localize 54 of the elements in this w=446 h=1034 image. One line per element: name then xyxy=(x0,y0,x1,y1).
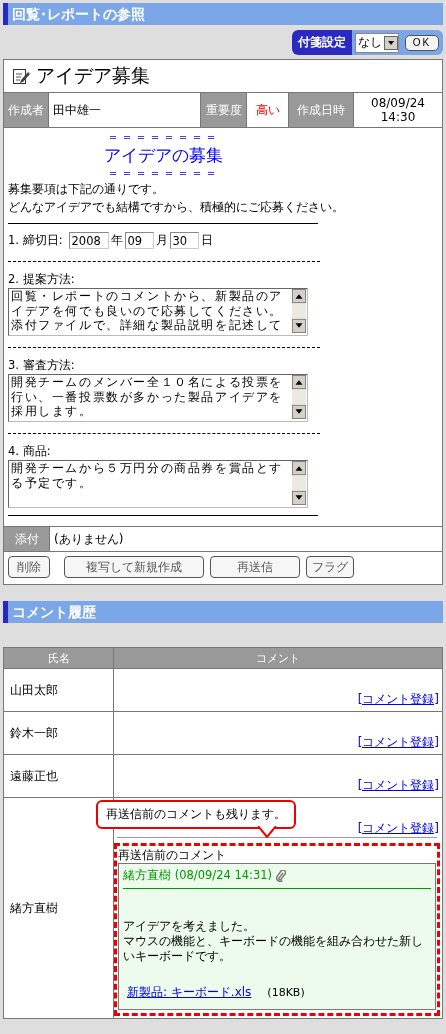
heading-rule: ＝＝＝＝＝＝＝＝ xyxy=(107,166,219,180)
section-label: 4. 商品: xyxy=(8,443,52,460)
year-field[interactable]: 2008 xyxy=(68,231,109,249)
month-field[interactable]: 09 xyxy=(124,231,154,249)
previous-comment-caption: 再送信前のコメント xyxy=(118,847,227,863)
action-button[interactable]: 複写して新規作成 xyxy=(64,556,204,578)
attachment-value: (ありません) xyxy=(53,530,124,548)
column-header: 氏名 xyxy=(4,648,114,668)
file-size: (18KB) xyxy=(267,986,305,999)
field-label: 作成者 xyxy=(4,93,49,127)
add-comment-link[interactable]: [コメント登録] xyxy=(357,777,439,796)
deadline-label: 1. 締切日: xyxy=(8,232,63,248)
column-header: コメント xyxy=(114,648,442,668)
day-field[interactable]: 30 xyxy=(169,231,199,249)
name-cell: 山田太郎 xyxy=(4,668,114,711)
sticky-label: 付箋設定 xyxy=(292,30,352,55)
scrollbar-drawing[interactable] xyxy=(291,375,307,419)
section-label: 2. 提案方法: xyxy=(8,271,76,288)
unit-label: 月 xyxy=(155,232,168,248)
comment-text: アイデアを考えました。 xyxy=(123,919,256,934)
unit-label: 年 xyxy=(110,232,123,248)
body-text: 募集要項は下記の通りです。 xyxy=(8,181,165,198)
ok-button[interactable]: OK xyxy=(405,34,439,51)
text-area[interactable]: 開発チームのメンバー全１０名による投票を 行い、一番投票数が多かった製品アイデアを 採用します。 xyxy=(8,374,308,422)
add-comment-link[interactable]: [コメント登録] xyxy=(357,691,439,710)
comment-author: 緒方直樹 (08/09/24 14:31) xyxy=(123,868,273,883)
body-text: どんなアイデアでも結構ですから、積極的にご応募ください。 xyxy=(8,199,345,216)
action-button[interactable]: フラグ xyxy=(306,556,354,578)
name-cell: 鈴木一郎 xyxy=(4,711,114,754)
add-comment-link[interactable]: [コメント登録] xyxy=(357,734,439,753)
scrollbar-drawing[interactable] xyxy=(291,461,307,505)
field-value: 08/09/24 14:30 xyxy=(370,95,426,126)
scrollbar-drawing[interactable] xyxy=(291,289,307,333)
file-link[interactable]: 新製品: キーボード.xls xyxy=(127,984,252,1001)
action-button[interactable]: 再送信 xyxy=(210,556,300,578)
sticky-dropdown[interactable]: なし xyxy=(355,32,399,53)
section-header: コメント履歴 xyxy=(3,601,443,623)
action-button[interactable]: 削除 xyxy=(8,556,50,578)
field-label: 作成日時 xyxy=(289,93,354,127)
attachment-label: 添付 xyxy=(4,527,50,551)
add-comment-link[interactable]: [コメント登録] xyxy=(357,820,439,839)
memo-edit-icon xyxy=(12,67,30,85)
paperclip-icon xyxy=(276,869,287,882)
text-area[interactable]: 開発チームから５万円分の商品券を賞品とす る予定です。 xyxy=(8,460,308,508)
section-header: 回覧･レポートの参照 xyxy=(3,3,443,25)
unit-label: 日 xyxy=(200,232,213,248)
report-title: アイデア募集 xyxy=(36,63,150,88)
heading-rule: ＝＝＝＝＝＝＝＝ xyxy=(107,130,219,144)
body-heading: アイデアの募集 xyxy=(103,144,223,166)
section-label: 3. 審査方法: xyxy=(8,357,76,374)
comment-text: マウスの機能と、キーボードの機能を組み合わせた新しいキーボードです。 xyxy=(123,934,424,964)
text-area[interactable]: 回覧・レポートのコメントから、新製品のア イデアを何でも良いので応募してください。 添付ファイルで、詳細な製品説明を記述して xyxy=(8,288,308,336)
field-label: 重要度 xyxy=(201,93,247,127)
name-cell: 遠藤正也 xyxy=(4,754,114,797)
